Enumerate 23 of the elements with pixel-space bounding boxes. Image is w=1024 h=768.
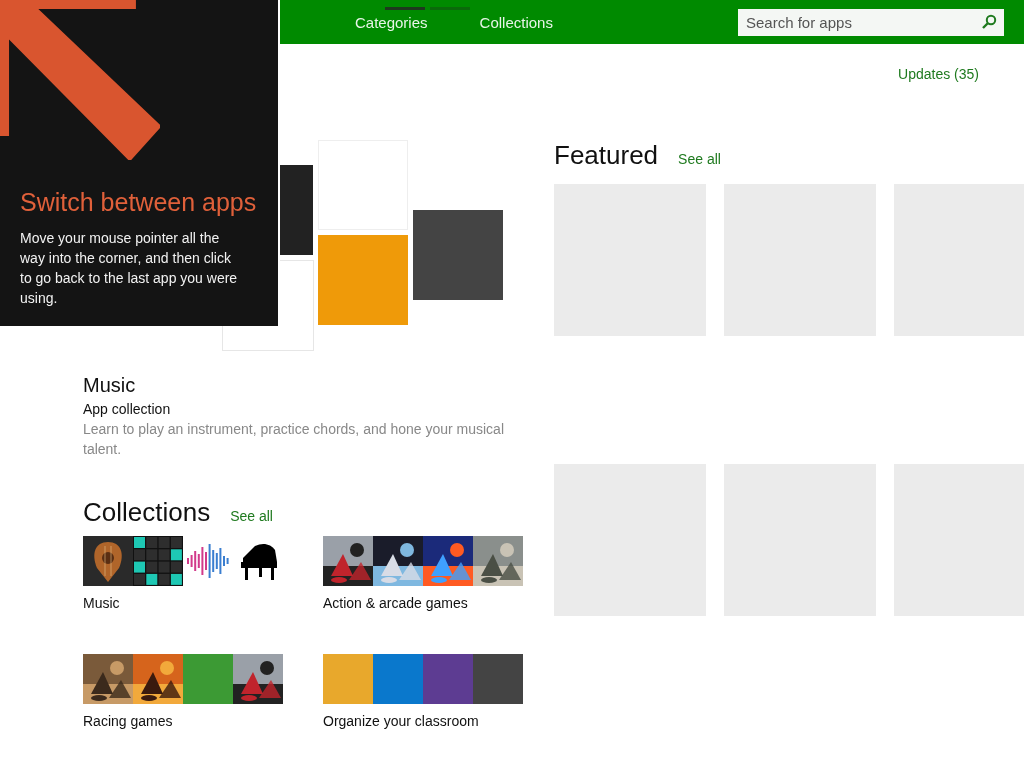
collection-label[interactable]: Music: [83, 595, 120, 611]
collection-title: Music: [83, 374, 137, 397]
section-heading: Collections: [83, 497, 211, 528]
search-field[interactable]: Search for apps: [738, 8, 1004, 36]
nav-tab[interactable]: Categories: [355, 13, 428, 31]
collection-subtitle: App collection: [83, 401, 172, 417]
pad-grid-icon: [133, 536, 183, 586]
guitar-icon: [83, 536, 133, 586]
collection-label[interactable]: Organize your classroom: [323, 713, 479, 729]
collection-description: Learn to play an instrument, practice chords, and hone your musical talent.: [83, 420, 505, 459]
see-all-link[interactable]: See all: [230, 508, 273, 524]
nav-tab[interactable]: Collections: [479, 13, 553, 31]
tip-title: Switch between apps: [20, 188, 257, 217]
collection-label[interactable]: Racing games: [83, 713, 173, 729]
arrow-icon: [0, 0, 160, 160]
page-indicator[interactable]: [430, 7, 470, 10]
search-icon[interactable]: [981, 13, 997, 30]
page-indicator[interactable]: [385, 7, 425, 10]
updates-link[interactable]: Updates (35): [898, 66, 979, 84]
collection-label[interactable]: Action & arcade games: [323, 595, 468, 611]
section-heading: Featured: [554, 140, 659, 171]
see-all-link[interactable]: See all: [678, 151, 721, 167]
tip-text: Move your mouse pointer all the way into the corner, and then click to go back to the last app you were using.: [20, 229, 239, 308]
